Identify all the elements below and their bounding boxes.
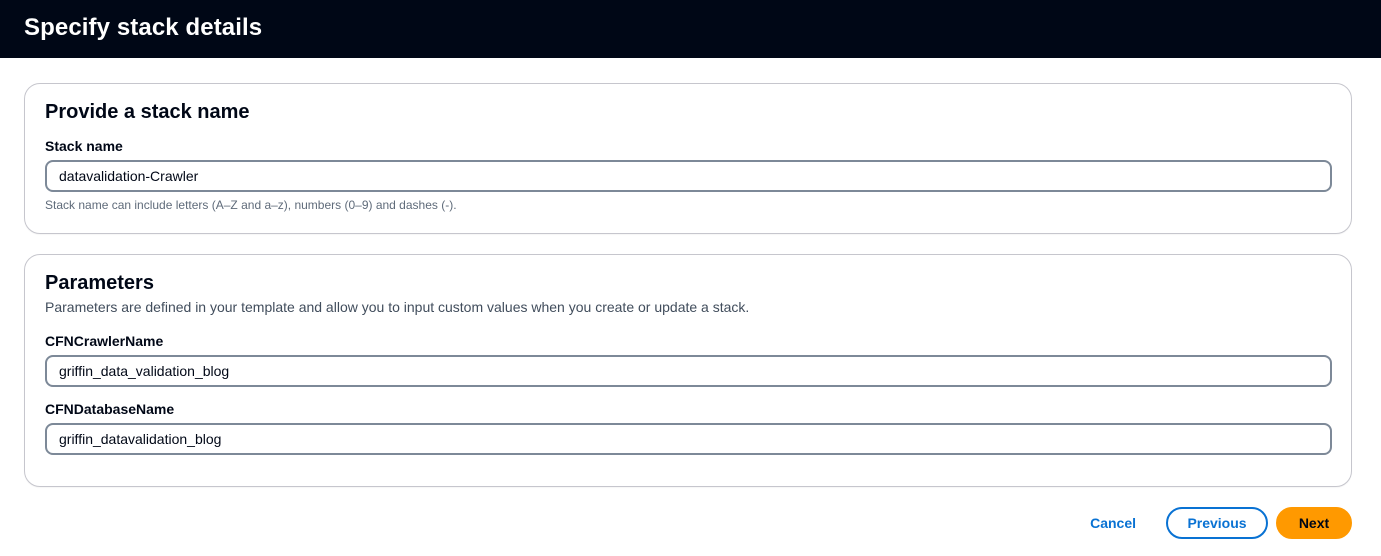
- stack-name-input[interactable]: [45, 160, 1332, 192]
- stack-name-constraint-text: Stack name can include letters (A–Z and …: [45, 198, 457, 212]
- stack-name-section-title: Provide a stack name: [45, 101, 250, 123]
- param-input-crawler-name[interactable]: [45, 355, 1332, 387]
- stack-name-label: Stack name: [45, 138, 123, 154]
- page-header: Specify stack details: [0, 0, 1381, 58]
- parameters-description: Parameters are defined in your template …: [45, 299, 750, 315]
- form-actions: Cancel Previous Next: [1068, 507, 1352, 539]
- page-title: Specify stack details: [24, 14, 263, 41]
- cancel-button[interactable]: Cancel: [1068, 507, 1158, 539]
- parameters-section-title: Parameters: [45, 272, 154, 294]
- next-button[interactable]: Next: [1276, 507, 1352, 539]
- param-input-database-name[interactable]: [45, 423, 1332, 455]
- stack-name-container: Provide a stack name Stack name Stack na…: [24, 83, 1352, 234]
- param-label-crawler-name: CFNCrawlerName: [45, 333, 164, 349]
- previous-button[interactable]: Previous: [1166, 507, 1268, 539]
- parameters-container: Parameters Parameters are defined in you…: [24, 254, 1352, 487]
- param-label-database-name: CFNDatabaseName: [45, 401, 175, 417]
